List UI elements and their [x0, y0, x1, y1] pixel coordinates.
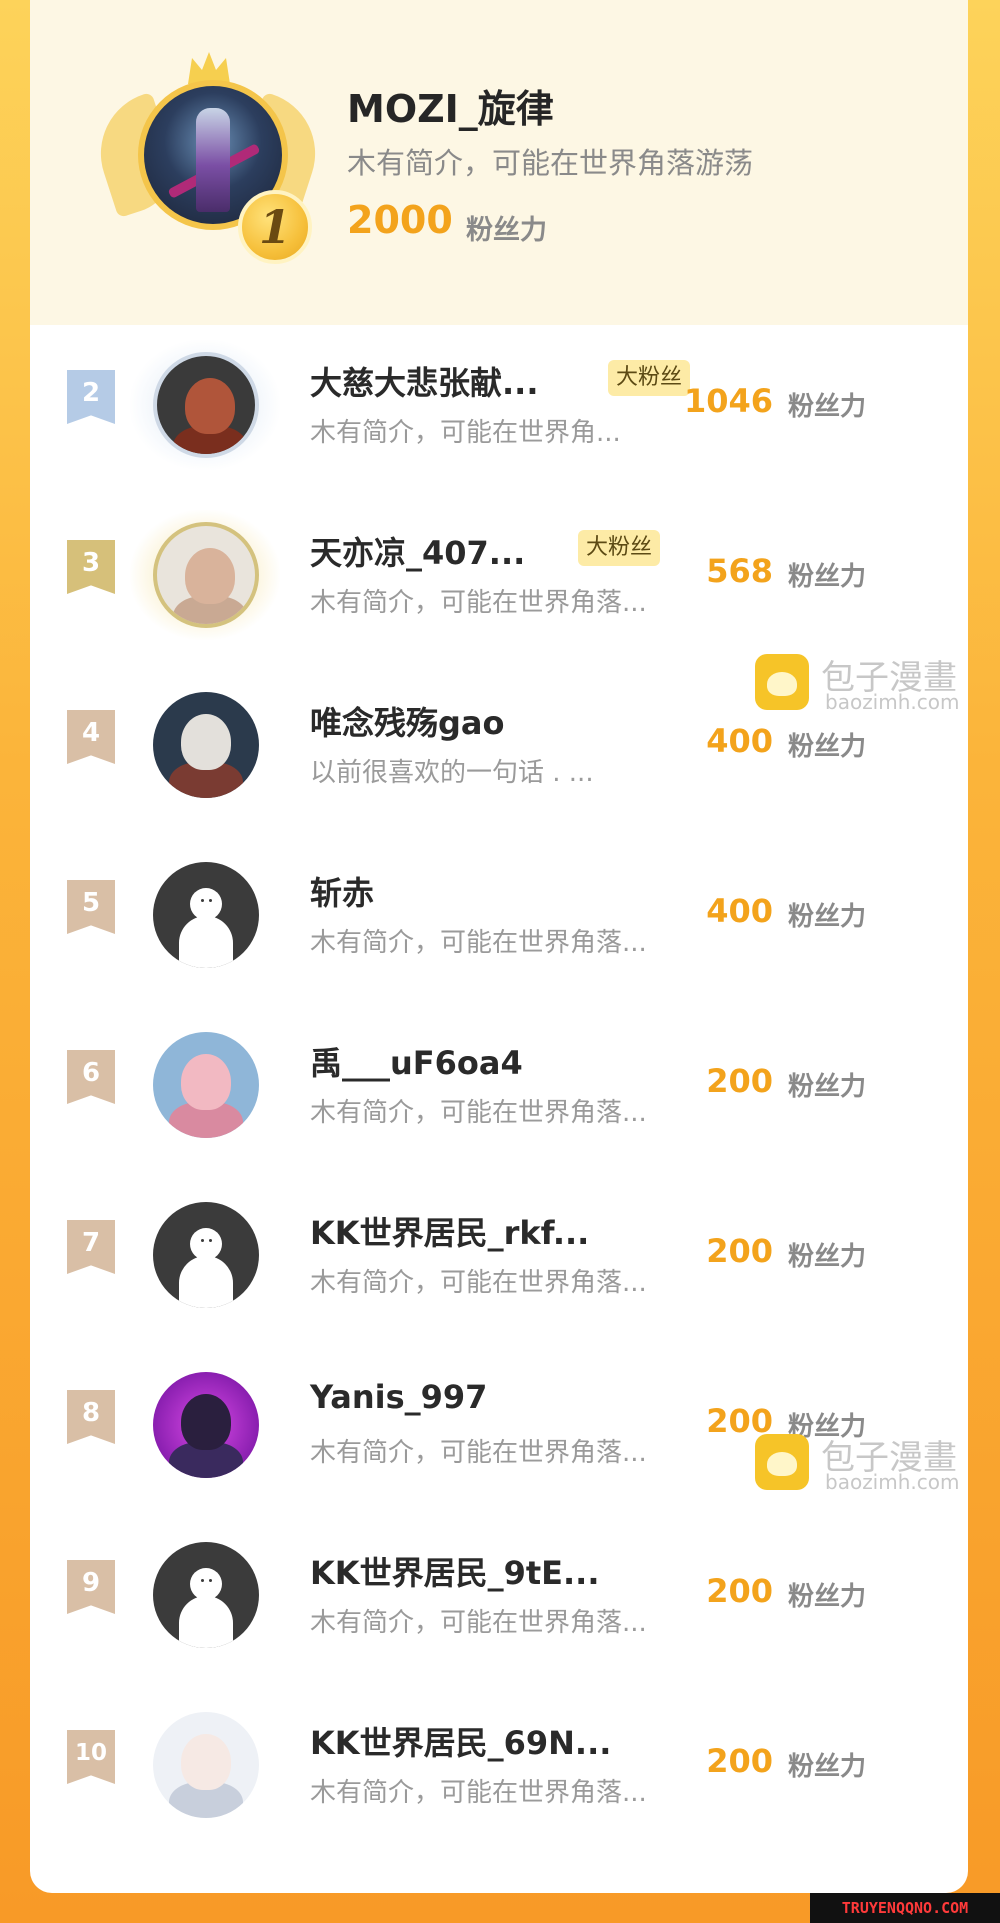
- default-avatar-icon[interactable]: [153, 862, 259, 968]
- fan-power-value: 2000: [347, 198, 453, 242]
- fan-power-label: 粉丝力: [788, 392, 867, 422]
- user-name[interactable]: KK世界居民_9tE...: [310, 1548, 600, 1594]
- user-name[interactable]: 斩赤: [310, 868, 374, 914]
- user-bio: 以前很喜欢的一句话 . ...: [310, 758, 594, 788]
- fan-power-value: 200: [706, 1572, 773, 1610]
- list-item[interactable]: 5 斩赤 木有简介，可能在世界角落... 400 粉丝力: [30, 830, 968, 1000]
- big-fan-badge: 大粉丝: [578, 530, 661, 566]
- rank-tag: 4: [67, 710, 115, 764]
- user-name[interactable]: 禹___uF6oa4: [310, 1038, 523, 1084]
- user-name[interactable]: Yanis_997: [310, 1378, 487, 1416]
- user-name[interactable]: KK世界居民_69N...: [310, 1718, 611, 1764]
- fan-power-label: 粉丝力: [788, 902, 867, 932]
- fan-power-label: 粉丝力: [788, 1072, 867, 1102]
- rank-tag: 9: [67, 1560, 115, 1614]
- list-item[interactable]: 2 大慈大悲张献... 大粉丝 木有简介，可能在世界角... 1046 粉丝力: [30, 320, 968, 490]
- user-bio: 木有简介，可能在世界角落...: [310, 1098, 647, 1128]
- watermark: 包子漫畫 baozimh.com: [755, 648, 985, 718]
- avatar[interactable]: [153, 352, 259, 458]
- user-name[interactable]: 唯念残殇gao: [310, 698, 505, 744]
- default-avatar-icon[interactable]: [153, 1202, 259, 1308]
- fan-power-value: 200: [706, 1062, 773, 1100]
- rank-tag: 7: [67, 1220, 115, 1274]
- fan-power-value: 200: [706, 1232, 773, 1270]
- fan-power-label: 粉丝力: [788, 1242, 867, 1272]
- user-bio: 木有简介，可能在世界角落...: [310, 1608, 647, 1638]
- list-item[interactable]: 3 天亦凉_407... 大粉丝 木有简介，可能在世界角落... 568 粉丝力: [30, 490, 968, 660]
- rank-tag: 10: [67, 1730, 115, 1784]
- avatar[interactable]: [153, 1372, 259, 1478]
- fan-power-value: 568: [706, 552, 773, 590]
- user-name[interactable]: 大慈大悲张献...: [310, 358, 538, 404]
- avatar[interactable]: [153, 1032, 259, 1138]
- user-name[interactable]: KK世界居民_rkf...: [310, 1208, 589, 1254]
- fan-power-value: 1046: [683, 382, 773, 420]
- top-avatar-frame: 1: [78, 50, 338, 270]
- user-bio: 木有简介，可能在世界角落...: [310, 928, 647, 958]
- list-item[interactable]: 7 KK世界居民_rkf... 木有简介，可能在世界角落... 200 粉丝力: [30, 1170, 968, 1340]
- user-bio: 木有简介，可能在世界角...: [310, 418, 621, 448]
- list-item[interactable]: 9 KK世界居民_9tE... 木有简介，可能在世界角落... 200 粉丝力: [30, 1510, 968, 1680]
- bun-logo-icon: [755, 1434, 809, 1490]
- fan-power-label: 粉丝力: [466, 215, 547, 246]
- top-ranked-entry[interactable]: 1 MOZI_旋律 木有简介，可能在世界角落游荡 2000 粉丝力: [30, 0, 968, 325]
- rank-tag: 5: [67, 880, 115, 934]
- user-name[interactable]: MOZI_旋律: [347, 78, 554, 133]
- user-bio: 木有简介，可能在世界角落...: [310, 1438, 647, 1468]
- user-name[interactable]: 天亦凉_407...: [310, 528, 525, 574]
- rank-tag: 6: [67, 1050, 115, 1104]
- default-avatar-icon[interactable]: [153, 1542, 259, 1648]
- avatar[interactable]: [153, 522, 259, 628]
- user-bio: 木有简介，可能在世界角落游荡: [347, 146, 754, 180]
- rank-tag: 3: [67, 540, 115, 594]
- user-bio: 木有简介，可能在世界角落...: [310, 588, 647, 618]
- avatar[interactable]: [153, 1712, 259, 1818]
- rank-tag: 2: [67, 370, 115, 424]
- user-bio: 木有简介，可能在世界角落...: [310, 1778, 647, 1808]
- fan-power-value: 400: [706, 892, 773, 930]
- fan-power-label: 粉丝力: [788, 732, 867, 762]
- fan-power-label: 粉丝力: [788, 562, 867, 592]
- watermark: 包子漫畫 baozimh.com: [755, 1428, 985, 1498]
- user-bio: 木有简介，可能在世界角落...: [310, 1268, 647, 1298]
- fan-power-value: 400: [706, 722, 773, 760]
- fan-power-label: 粉丝力: [788, 1582, 867, 1612]
- fan-ranking-card: 1 MOZI_旋律 木有简介，可能在世界角落游荡 2000 粉丝力 2 大慈大悲…: [30, 0, 968, 1893]
- fan-power-value: 200: [706, 1742, 773, 1780]
- site-logo: TRUYENQQNO.COM: [810, 1893, 1000, 1923]
- rank-tag: 8: [67, 1390, 115, 1444]
- fan-power-label: 粉丝力: [788, 1752, 867, 1782]
- list-item[interactable]: 6 禹___uF6oa4 木有简介，可能在世界角落... 200 粉丝力: [30, 1000, 968, 1170]
- avatar[interactable]: [153, 692, 259, 798]
- rank-1-medal: 1: [238, 190, 312, 264]
- list-item[interactable]: 10 KK世界居民_69N... 木有简介，可能在世界角落... 200 粉丝力: [30, 1680, 968, 1850]
- bun-logo-icon: [755, 654, 809, 710]
- big-fan-badge: 大粉丝: [608, 360, 691, 396]
